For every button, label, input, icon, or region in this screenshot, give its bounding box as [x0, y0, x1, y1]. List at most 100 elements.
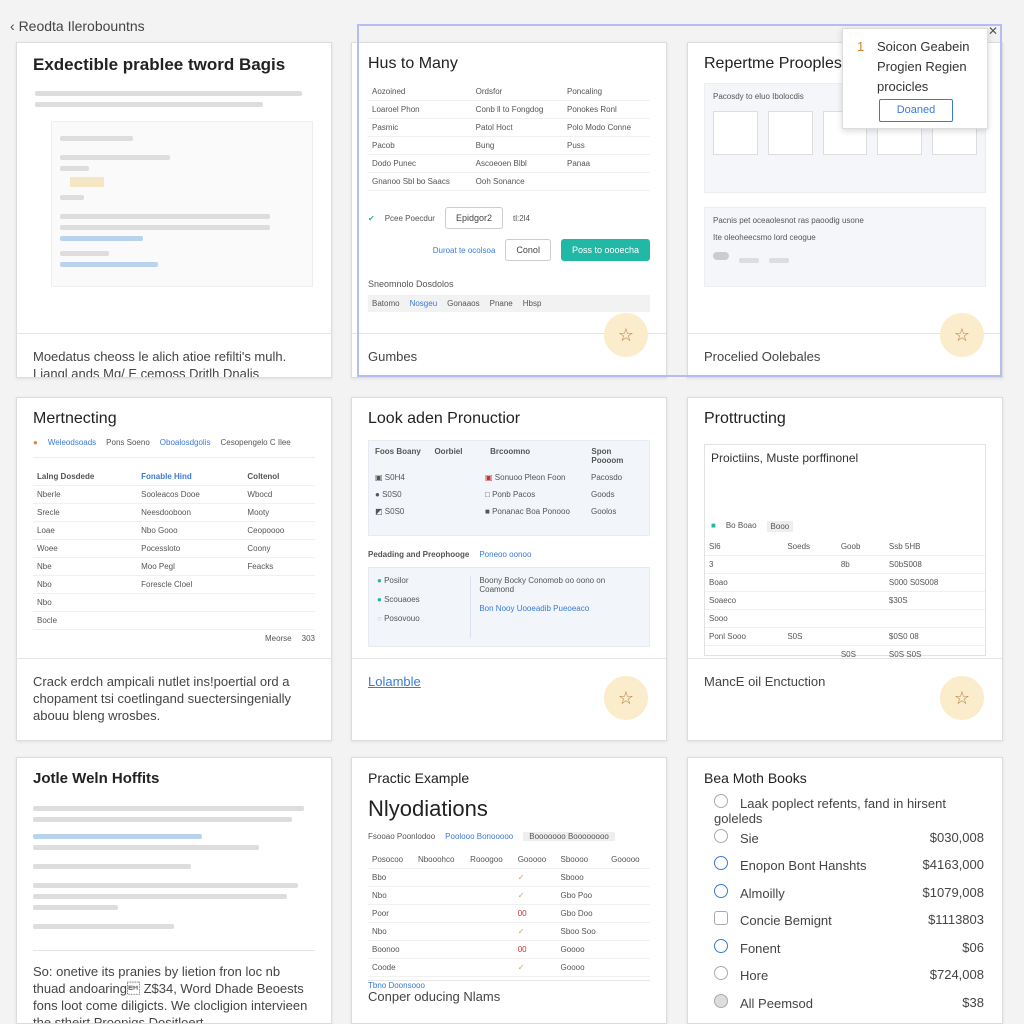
thumb-table: Lalng Dosdede Fonable Hind Coltenol Nber…	[33, 468, 315, 630]
table-row: Loaroel Phon Conb ll to Fongdog Ponokes Ro…	[368, 100, 650, 119]
thumb-section: Pacnis pet oceaolesnot ras paoodig usone	[713, 216, 864, 225]
card-footer-label: MancE oil Enctuction	[704, 674, 826, 689]
favorite-button[interactable]: ☆	[604, 313, 648, 357]
star-icon: ☆	[953, 687, 971, 708]
tab[interactable]: Hbsp	[523, 299, 542, 308]
section-link[interactable]: Poneoo oonoo	[479, 550, 531, 559]
favorite-button[interactable]: ☆	[940, 313, 984, 357]
table-row: Pasmic Patol Hoct Polo Modo Conne	[368, 118, 650, 137]
card-title: Prottructing	[704, 410, 786, 427]
table-row: Nbo ✓ Gbo Poo	[368, 886, 650, 905]
tab[interactable]: Fsooao Poonlodoo	[368, 832, 435, 841]
note: Bon Nooy Uooeadib Pueoeaco	[479, 604, 590, 613]
card-9[interactable]: Bea Moth Books Laak poplect refents, fan…	[687, 757, 1003, 1024]
card-title: Bea Moth Books	[704, 770, 807, 786]
check-label: Pcee Poecdur	[384, 213, 435, 223]
top-text: Pons Soeno	[106, 438, 150, 447]
list-item[interactable]: Enopon Bont Hanshts $4163,000	[714, 851, 984, 879]
cancel-button[interactable]: Conol	[505, 239, 551, 261]
thumb-sub: Ite oleoheecsmo lord ceogue	[713, 233, 816, 242]
circle-icon	[714, 793, 728, 808]
tab[interactable]: Poolooo Bonooooo	[445, 832, 513, 841]
breadcrumb: Reodta Ilerobountns	[18, 18, 145, 34]
tab[interactable]: Gonaaos	[447, 299, 479, 308]
popup-step-number: 1	[857, 39, 865, 54]
card-7[interactable]: Jotle Weln Hoffits So: onetive its prani…	[16, 757, 332, 1024]
card-thumbnail: Fsooao Poonlodoo Poolooo Bonooooo Booooo…	[368, 832, 650, 990]
compass-icon	[714, 883, 728, 898]
card-description: Moedatus cheoss le alich atioe refilti's…	[17, 333, 331, 377]
table-row: Bbo ✓ Sbooo	[368, 868, 650, 887]
card-1[interactable]: Exdectible prablee tword Bagis Moedatus …	[16, 42, 332, 378]
footer-text: Meorse	[264, 634, 292, 643]
table-row: Nberle Sooleacos Dooe Wbocd	[33, 485, 315, 504]
circle-icon	[714, 993, 728, 1008]
card-thumbnail: Proictiins, Muste porffinonel ■ Bo Boao B…	[704, 444, 986, 664]
top-link[interactable]: Weleodsoads	[48, 438, 96, 447]
tab[interactable]: Booooooo Boooooooo	[523, 832, 615, 841]
favorite-button[interactable]: ☆	[604, 676, 648, 720]
card-description: So: onetive its pranies by lietion fron …	[33, 950, 315, 1023]
favorite-button[interactable]: ☆	[940, 676, 984, 720]
footer-value: 303	[301, 634, 315, 643]
confirm-button[interactable]: Poss to oooecha	[560, 239, 650, 261]
secondary-link[interactable]: Duroat te ocolsoa	[433, 246, 496, 255]
breadcrumb-back[interactable]: ‹ Reodta Ilerobountns	[10, 18, 145, 34]
table-row: Loae Nbo Gooo Ceopoooo	[33, 521, 315, 540]
table-row: Gnanoo Sbl bo Saacs Ooh Sonance	[368, 172, 650, 191]
list-item[interactable]: All Peemsod $38	[714, 989, 984, 1017]
card-thumbnail	[33, 800, 315, 935]
close-icon[interactable]: ✕	[988, 24, 998, 38]
card-thumbnail: ● Weleodsoads Pons Soeno Oboalosdgolis C…	[33, 438, 315, 684]
logo-icon: ●	[33, 438, 38, 447]
col-header: Fonable Hind	[137, 468, 244, 486]
table-row: Poor 00 Gbo Doo	[368, 904, 650, 923]
card-footer-link[interactable]: Lolamble	[368, 674, 421, 689]
list-item[interactable]: Fonent $06	[714, 934, 984, 962]
card-5[interactable]: Look aden Pronuctior Foos Boany Oorbiel …	[351, 397, 667, 741]
col-header: Coltenol	[243, 468, 315, 486]
note: Boony Bocky Conomob oo oono on Coamond	[479, 576, 606, 594]
popup-button[interactable]: Doaned	[879, 99, 953, 122]
table-row: Nbo Forescle Cloel	[33, 575, 315, 594]
card-title: Mertnecting	[33, 410, 117, 427]
table-row: Dodo Punec Ascoeoen Blbl Panaa	[368, 154, 650, 173]
circle-icon	[714, 828, 728, 843]
table-row: Coode ✓ Goooo	[368, 958, 650, 977]
card-8[interactable]: Practic Example Nlyodiations Fsooao Poon…	[351, 757, 667, 1024]
star-icon: ☆	[617, 687, 635, 708]
col-header: Lalng Dosdede	[33, 468, 138, 486]
card-title: Hus to Many	[368, 55, 458, 72]
col-header: Ordsfor	[471, 83, 563, 101]
col-header: Brcoomno	[490, 447, 531, 456]
card-subtitle: Nlyodiations	[368, 796, 488, 821]
table-row: Nbe Moo Pegl Feacks	[33, 557, 315, 576]
list-item[interactable]: Almoilly $1079,008	[714, 879, 984, 907]
card-6[interactable]: Prottructing Proictiins, Muste porffinon…	[687, 397, 1003, 741]
thumb-table: Aozoined Ordsfor Poncaling Loaroel Phon C…	[368, 83, 650, 191]
table-row: Sooo	[705, 609, 985, 628]
table-row: Nbo ✓ Sboo Soo	[368, 922, 650, 941]
card-4[interactable]: Mertnecting ● Weleodsoads Pons Soeno Obo…	[16, 397, 332, 741]
card-title: Jotle Weln Hoffits	[33, 770, 160, 787]
card-2[interactable]: Hus to Many Aozoined Ordsfor Poncaling L…	[351, 42, 667, 378]
card-footer-label: Conper oducing Nlams	[368, 980, 650, 1004]
thumb-heading: Proictiins, Muste porffinonel	[711, 451, 859, 465]
col-header: Poncaling	[562, 83, 650, 101]
top-link[interactable]: Oboalosdgolis	[160, 438, 211, 447]
card-description: Crack erdch ampicali nutlet ins!poertial…	[17, 658, 331, 740]
tab[interactable]: Pnane	[490, 299, 513, 308]
table-row: Ponl Sooo S0S $0S0 08	[705, 627, 985, 646]
card-title: Look aden Pronuctior	[368, 410, 521, 427]
list-item[interactable]: Laak poplect refents, fand in hirsent go…	[714, 793, 984, 826]
tab[interactable]: Nosgeu	[410, 299, 438, 308]
list-item[interactable]: Hore $724,008	[714, 961, 984, 989]
table-row: Srecle Neesdooboon Mooty	[33, 503, 315, 522]
tab[interactable]: Batomo	[372, 299, 400, 308]
list-item[interactable]: Concie Bemignt $1113803	[714, 906, 984, 934]
check-icon: ✔	[368, 213, 375, 223]
list-item[interactable]: Sie $030,008	[714, 824, 984, 852]
pill[interactable]: Epidgor2	[444, 207, 503, 229]
card-title: Repertme Prooples	[704, 55, 842, 72]
thumb-table: Sl6 Soeds Goob Ssb 5HB 3 8b S0bS008 Boao S000 …	[705, 538, 985, 664]
